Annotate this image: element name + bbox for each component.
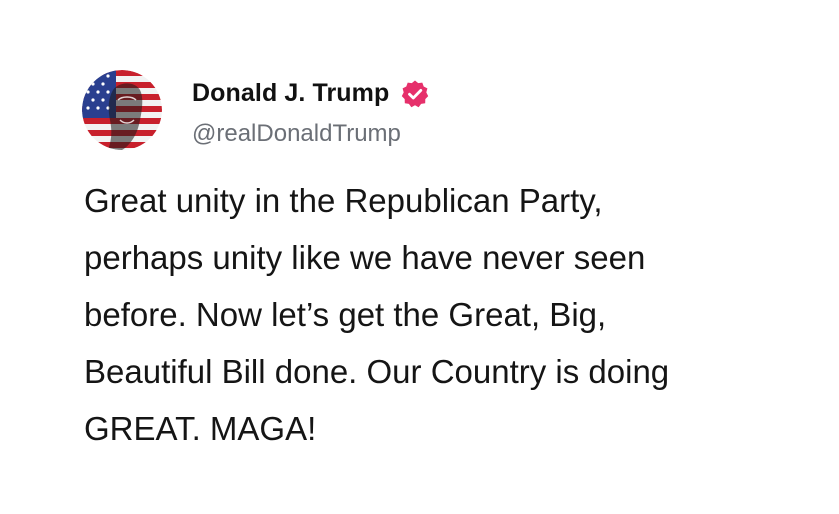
- post-card: Donald J. Trump @realDonaldTrump Great u…: [0, 0, 839, 514]
- avatar[interactable]: [82, 70, 162, 150]
- flag-portrait-avatar-image: [82, 70, 162, 150]
- author-name-row: Donald J. Trump: [192, 76, 430, 110]
- author-display-name[interactable]: Donald J. Trump: [192, 79, 389, 108]
- post-body-text: Great unity in the Republican Party, per…: [84, 182, 670, 447]
- author-handle[interactable]: @realDonaldTrump: [192, 120, 401, 148]
- verified-badge-icon: [400, 79, 430, 109]
